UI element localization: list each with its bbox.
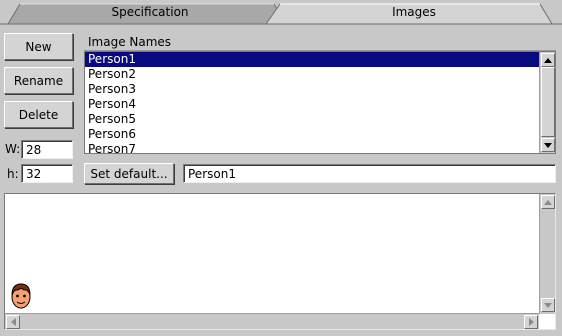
- list-item-person7[interactable]: Person7: [85, 142, 539, 153]
- preview-scroll-up-button[interactable]: [541, 195, 555, 209]
- list-scroll-down-button[interactable]: [541, 138, 555, 152]
- width-field[interactable]: 28: [21, 140, 73, 159]
- preview-scroll-right-button[interactable]: [524, 315, 538, 329]
- image-names-header: Image Names: [84, 33, 556, 51]
- preview-scroll-left-button[interactable]: [6, 315, 20, 329]
- image-preview-canvas[interactable]: [4, 193, 556, 330]
- new-button[interactable]: New: [4, 33, 73, 60]
- height-label: h:: [7, 167, 19, 181]
- list-item-person1[interactable]: Person1: [85, 52, 539, 67]
- list-scroll-up-button[interactable]: [541, 53, 555, 67]
- list-item-person5[interactable]: Person5: [85, 112, 539, 127]
- arrow-up-icon: [544, 199, 552, 205]
- arrow-down-icon: [544, 142, 552, 148]
- rename-button-label: Rename: [13, 73, 64, 88]
- rename-button[interactable]: Rename: [4, 67, 73, 94]
- default-image-field[interactable]: Person1: [183, 164, 556, 183]
- image-names-list[interactable]: Person1 Person2 Person3 Person4 Person5 …: [84, 51, 556, 154]
- tab-specification-label: Specification: [111, 5, 189, 19]
- arrow-up-icon: [544, 57, 552, 63]
- person-face-icon: [11, 283, 31, 309]
- image-names-items: Person1 Person2 Person3 Person4 Person5 …: [85, 52, 539, 153]
- list-scroll-thumb[interactable]: [541, 67, 555, 137]
- arrow-down-icon: [544, 302, 552, 308]
- list-vertical-scrollbar[interactable]: [539, 52, 555, 153]
- image-names-header-label: Image Names: [88, 34, 172, 49]
- list-item-person6[interactable]: Person6: [85, 127, 539, 142]
- delete-button[interactable]: Delete: [4, 101, 73, 128]
- tab-images-label: Images: [392, 5, 436, 19]
- height-value: 32: [26, 166, 42, 181]
- arrow-right-icon: [528, 318, 534, 326]
- preview-scroll-down-button[interactable]: [541, 298, 555, 312]
- height-field[interactable]: 32: [21, 164, 73, 183]
- new-button-label: New: [25, 39, 52, 54]
- arrow-left-icon: [10, 318, 16, 326]
- preview-vertical-scrollbar[interactable]: [539, 194, 555, 314]
- width-label: W:: [5, 142, 21, 156]
- list-item-person2[interactable]: Person2: [85, 67, 539, 82]
- preview-horizontal-scrollbar[interactable]: [5, 313, 539, 329]
- delete-button-label: Delete: [18, 107, 59, 122]
- default-image-value: Person1: [188, 166, 236, 181]
- tab-specification[interactable]: Specification: [0, 0, 300, 24]
- set-default-button[interactable]: Set default...: [84, 163, 174, 184]
- set-default-button-label: Set default...: [90, 166, 168, 181]
- tab-images[interactable]: Images: [266, 0, 562, 24]
- list-item-person4[interactable]: Person4: [85, 97, 539, 112]
- tab-bar: Specification Images: [0, 0, 562, 26]
- list-item-person3[interactable]: Person3: [85, 82, 539, 97]
- width-value: 28: [26, 142, 42, 157]
